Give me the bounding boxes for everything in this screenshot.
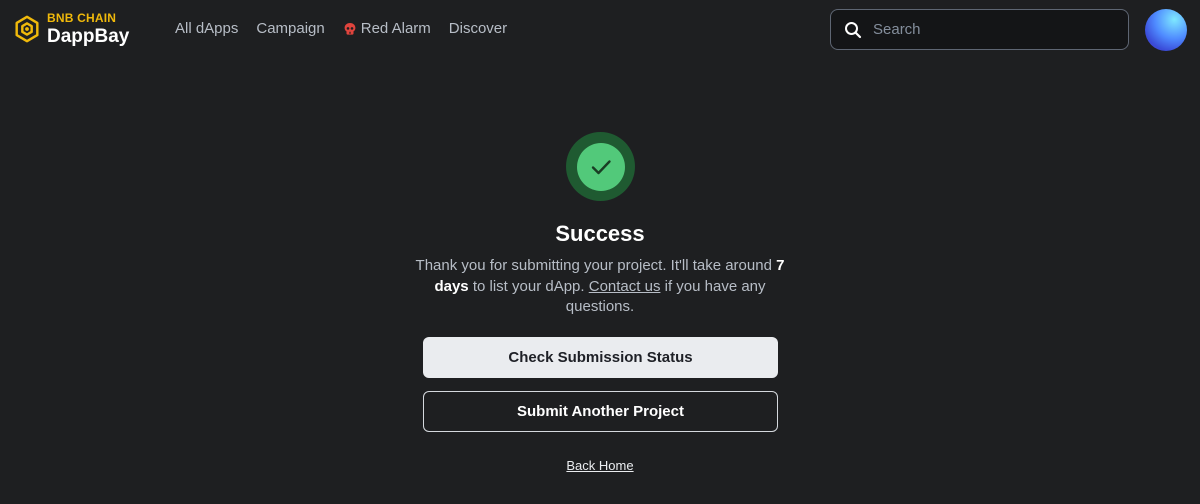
logo-brand-text: BNB CHAIN: [47, 11, 117, 25]
nav-discover[interactable]: Discover: [449, 20, 507, 37]
nav-campaign[interactable]: Campaign: [256, 20, 324, 37]
success-badge: [566, 132, 635, 201]
logo-product-text: DappBay: [47, 26, 130, 47]
success-badge-inner: [576, 142, 625, 191]
nav-red-alarm[interactable]: Red Alarm: [343, 20, 431, 37]
submit-another-project-button[interactable]: Submit Another Project: [423, 391, 778, 432]
back-home-row: Back Home: [0, 457, 1200, 475]
success-message: Thank you for submitting your project. I…: [410, 256, 790, 318]
search-icon: [845, 21, 862, 38]
nav-all-dapps[interactable]: All dApps: [175, 20, 238, 37]
back-home-link[interactable]: Back Home: [566, 458, 633, 473]
search-input[interactable]: [873, 21, 1113, 38]
check-submission-status-button[interactable]: Check Submission Status: [423, 337, 778, 378]
nav-red-alarm-label: Red Alarm: [360, 20, 431, 37]
contact-us-link[interactable]: Contact us: [589, 278, 661, 295]
message-text-2: to list your dApp.: [472, 277, 585, 295]
success-title: Success: [555, 221, 645, 246]
dappbay-logo[interactable]: BNB CHAIN DappBay: [12, 9, 142, 49]
checkmark-icon: [591, 159, 611, 174]
search-box[interactable]: [830, 9, 1129, 50]
main-nav: All dApps Campaign Red Alarm Discover: [175, 20, 507, 37]
bnb-logo-icon: [15, 15, 39, 43]
user-avatar[interactable]: [1145, 9, 1187, 51]
top-header: BNB CHAIN DappBay All dApps Campaign Red…: [0, 0, 1200, 60]
skull-icon: [344, 22, 356, 35]
message-text-1: Thank you for submitting your project. I…: [415, 257, 772, 274]
